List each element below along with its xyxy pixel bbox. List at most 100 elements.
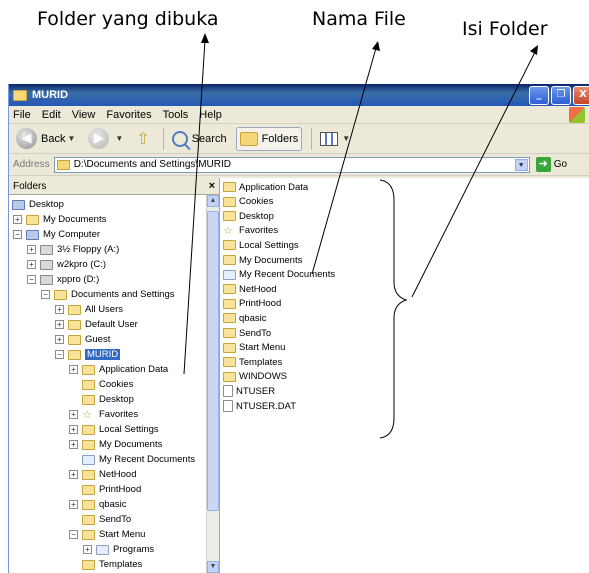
file-item[interactable]: My Documents — [223, 253, 302, 267]
tree-node[interactable]: + NetHood — [69, 467, 137, 482]
annotation-folder-contents: Isi Folder — [462, 18, 548, 40]
programs-icon — [96, 544, 109, 555]
expand-icon[interactable]: + — [55, 305, 64, 314]
file-item[interactable]: WINDOWS — [223, 370, 287, 384]
chevron-down-icon[interactable]: ▼ — [514, 158, 528, 171]
expand-icon[interactable]: + — [27, 245, 36, 254]
file-item-label: NetHood — [239, 283, 277, 295]
tree-node[interactable]: PrintHood — [69, 482, 141, 497]
forward-button[interactable]: ▶ ▼ — [84, 127, 127, 151]
expand-icon[interactable]: + — [27, 260, 36, 269]
tree-node[interactable]: + Default User — [55, 317, 138, 332]
file-item[interactable]: NTUSER — [223, 384, 275, 398]
tree-node[interactable]: − xppro (D:) — [27, 272, 99, 287]
folder-icon — [223, 313, 236, 324]
scroll-down-button[interactable]: ▼ — [207, 561, 219, 573]
minimize-button[interactable]: _ — [529, 86, 549, 105]
go-button[interactable]: ➜ Go — [535, 157, 567, 172]
tree-node[interactable]: + All Users — [55, 302, 123, 317]
views-button[interactable]: ▼ — [316, 127, 354, 151]
file-item[interactable]: qbasic — [223, 311, 266, 325]
expand-icon[interactable]: + — [69, 470, 78, 479]
collapse-icon[interactable]: − — [69, 530, 78, 539]
file-item[interactable]: ☆ Favorites — [223, 224, 278, 238]
collapse-icon[interactable]: − — [41, 290, 50, 299]
tree-node[interactable]: + qbasic — [69, 497, 126, 512]
arrowhead-icon — [530, 45, 538, 55]
collapse-icon[interactable]: − — [27, 275, 36, 284]
folder-icon — [68, 334, 81, 345]
close-pane-button[interactable]: × — [209, 180, 215, 192]
expand-icon[interactable]: + — [55, 320, 64, 329]
tree-node[interactable]: + ☆ Favorites — [69, 407, 138, 422]
tree-node[interactable]: Desktop — [69, 392, 134, 407]
tree-node[interactable]: Cookies — [69, 377, 133, 392]
collapse-icon[interactable]: − — [55, 350, 64, 359]
expand-icon[interactable]: + — [13, 215, 22, 224]
close-button[interactable]: X — [573, 86, 589, 105]
floppy-icon — [40, 244, 53, 255]
file-item[interactable]: Templates — [223, 355, 282, 369]
file-item[interactable]: Local Settings — [223, 238, 299, 252]
tree-node[interactable]: My Recent Documents — [69, 452, 195, 467]
menu-file[interactable]: File — [13, 109, 31, 121]
tree-node[interactable]: − Start Menu — [69, 527, 145, 542]
file-item[interactable]: Application Data — [223, 180, 308, 194]
tree-node[interactable]: + Application Data — [69, 362, 168, 377]
search-button[interactable]: Search — [168, 127, 231, 151]
tree-node[interactable]: Desktop — [12, 197, 64, 212]
tree-scrollbar[interactable]: ▲ ▼ — [206, 195, 219, 573]
folder-icon — [223, 371, 236, 382]
collapse-icon[interactable]: − — [13, 230, 22, 239]
file-item[interactable]: Cookies — [223, 195, 273, 209]
tree-node[interactable]: SendTo — [69, 512, 131, 527]
expand-icon[interactable]: + — [69, 425, 78, 434]
tree-node[interactable]: + Guest — [55, 332, 110, 347]
tree-node[interactable]: − My Computer — [13, 227, 100, 242]
tree-node[interactable]: + My Documents — [69, 437, 162, 452]
menu-tools[interactable]: Tools — [163, 109, 189, 121]
expand-icon[interactable]: + — [69, 500, 78, 509]
file-item[interactable]: SendTo — [223, 326, 271, 340]
folder-icon — [68, 319, 81, 330]
menu-favorites[interactable]: Favorites — [106, 109, 151, 121]
file-item[interactable]: NTUSER.DAT — [223, 399, 296, 413]
file-item[interactable]: Desktop — [223, 209, 274, 223]
tree-node[interactable]: + Local Settings — [69, 422, 159, 437]
tree-node-label: My Documents — [99, 439, 163, 450]
menu-edit[interactable]: Edit — [42, 109, 61, 121]
address-input[interactable]: D:\Documents and Settings\MURID ▼ — [53, 156, 530, 173]
expand-icon[interactable]: + — [69, 440, 78, 449]
tree-node-label: w2kpro (C:) — [57, 259, 107, 270]
expand-icon[interactable]: + — [55, 335, 64, 344]
tree-node[interactable]: − MURID — [55, 347, 121, 362]
expand-icon[interactable]: + — [69, 365, 78, 374]
tree-node[interactable]: − Documents and Settings — [41, 287, 175, 302]
tree-node[interactable]: + w2kpro (C:) — [27, 257, 106, 272]
scroll-thumb[interactable] — [207, 211, 219, 511]
tree-node[interactable]: + My Documents — [13, 212, 106, 227]
tree-node-label: Application Data — [99, 364, 169, 375]
menu-help[interactable]: Help — [199, 109, 222, 121]
file-item[interactable]: NetHood — [223, 282, 277, 296]
tree-node[interactable]: Templates — [69, 557, 142, 572]
file-item-label: Favorites — [239, 225, 279, 237]
folders-button[interactable]: Folders — [235, 126, 303, 151]
tree-node[interactable]: +3½ Floppy (A:) — [27, 242, 119, 257]
file-item[interactable]: PrintHood — [223, 297, 281, 311]
expand-icon[interactable]: + — [83, 545, 92, 554]
annotation-file-name: Nama File — [312, 8, 406, 30]
expand-icon[interactable]: + — [69, 410, 78, 419]
back-button[interactable]: ◀ Back ▼ — [12, 127, 79, 151]
title-bar[interactable]: MURID _ ❐ X — [9, 84, 589, 106]
scroll-up-button[interactable]: ▲ — [207, 195, 219, 207]
up-button[interactable]: ⇧ — [132, 127, 153, 151]
file-item[interactable]: My Recent Documents — [223, 268, 335, 282]
file-item[interactable]: Start Menu — [223, 341, 285, 355]
tree-node[interactable]: + Programs — [83, 542, 154, 557]
menu-view[interactable]: View — [72, 109, 96, 121]
tree-node-label: qbasic — [99, 499, 127, 510]
maximize-button[interactable]: ❐ — [551, 86, 571, 105]
window-title: MURID — [32, 89, 69, 101]
